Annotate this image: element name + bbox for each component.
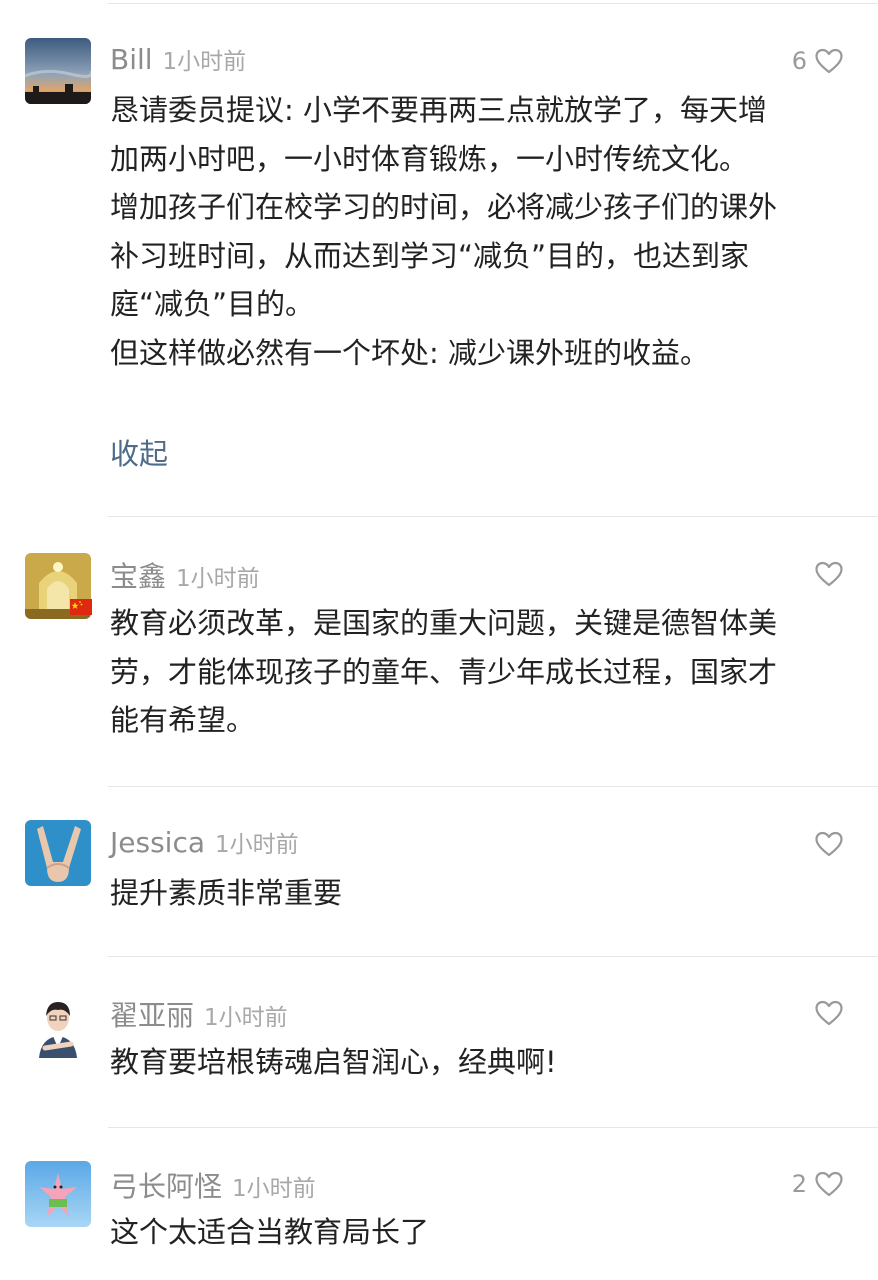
comment-text: 提升素质非常重要 bbox=[110, 869, 790, 918]
username[interactable]: 翟亚丽 bbox=[110, 994, 194, 1034]
cartoon-starfish-avatar bbox=[25, 1161, 91, 1227]
timestamp: 1小时前 bbox=[176, 566, 260, 592]
china-flag-icon bbox=[70, 599, 92, 615]
timestamp: 1小时前 bbox=[204, 1005, 288, 1031]
comment-item: 弓长阿怪 1小时前 2 这个太适合当教育局长了 bbox=[0, 1128, 878, 1280]
comment-paragraph: 教育必须改革，是国家的重大问题，关键是德智体美劳，才能体现孩子的童年、青少年成长… bbox=[110, 606, 778, 737]
like-count: 2 bbox=[791, 1170, 807, 1198]
comment-meta: 弓长阿怪 1小时前 bbox=[110, 1165, 316, 1205]
sunset-sky-avatar bbox=[25, 38, 91, 104]
comment-item: 翟亚丽 1小时前 教育要培根铸魂启智润心，经典啊! bbox=[0, 957, 878, 1128]
heart-icon bbox=[815, 1171, 843, 1197]
like-button[interactable]: 2 bbox=[792, 1166, 843, 1202]
comment-feed: Bill 1小时前 6 恳请委员提议: 小学不要再两三点就放学了，每天增加两小时… bbox=[0, 0, 878, 1280]
comment-meta: Jessica 1小时前 bbox=[110, 825, 299, 865]
timestamp: 1小时前 bbox=[215, 832, 299, 858]
comment-meta: 宝鑫 1小时前 bbox=[110, 555, 260, 595]
username[interactable]: 弓长阿怪 bbox=[110, 1165, 222, 1205]
like-count: 6 bbox=[791, 47, 807, 75]
username[interactable]: Jessica bbox=[110, 826, 205, 859]
heart-icon bbox=[815, 48, 843, 74]
avatar[interactable] bbox=[25, 820, 91, 886]
comment-text: 教育必须改革，是国家的重大问题，关键是德智体美劳，才能体现孩子的童年、青少年成长… bbox=[110, 599, 790, 745]
comment-paragraph: 增加孩子们在校学习的时间，必将减少孩子们的课外补习班时间，从而达到学习“减负”目… bbox=[110, 190, 778, 321]
username[interactable]: 宝鑫 bbox=[110, 555, 166, 595]
avatar[interactable] bbox=[25, 38, 91, 104]
avatar[interactable] bbox=[25, 1161, 91, 1227]
comment-item: 宝鑫 1小时前 教育必须改革，是国家的重大问题，关键是德智体美劳，才能体现孩子的… bbox=[0, 517, 878, 787]
like-button[interactable]: 6 bbox=[792, 43, 843, 79]
comment-item: Jessica 1小时前 提升素质非常重要 bbox=[0, 787, 878, 957]
comment-paragraph: 教育要培根铸魂启智润心，经典啊! bbox=[110, 1045, 557, 1079]
timestamp: 1小时前 bbox=[232, 1176, 316, 1202]
comment-text: 教育要培根铸魂启智润心，经典啊! bbox=[110, 1038, 790, 1087]
heart-icon bbox=[815, 831, 843, 857]
comment-paragraph: 提升素质非常重要 bbox=[110, 876, 343, 910]
comment-item: Bill 1小时前 6 恳请委员提议: 小学不要再两三点就放学了，每天增加两小时… bbox=[0, 0, 878, 517]
comment-paragraph: 恳请委员提议: 小学不要再两三点就放学了，每天增加两小时吧，一小时体育锻炼，一小… bbox=[110, 93, 767, 176]
timestamp: 1小时前 bbox=[162, 49, 247, 75]
comment-meta: Bill 1小时前 bbox=[110, 42, 246, 82]
comment-paragraph: 但这样做必然有一个坏处: 减少课外班的收益。 bbox=[110, 335, 709, 370]
heart-icon bbox=[815, 561, 843, 587]
heart-icon bbox=[815, 1000, 843, 1026]
comment-meta: 翟亚丽 1小时前 bbox=[110, 994, 288, 1034]
collapse-link[interactable]: 收起 bbox=[110, 431, 168, 473]
like-button[interactable] bbox=[807, 556, 843, 592]
comment-text: 这个太适合当教育局长了 bbox=[110, 1208, 790, 1257]
avatar[interactable] bbox=[25, 992, 91, 1058]
like-button[interactable] bbox=[807, 995, 843, 1031]
comment-paragraph: 这个太适合当教育局长了 bbox=[110, 1215, 430, 1249]
like-button[interactable] bbox=[807, 826, 843, 862]
username[interactable]: Bill bbox=[110, 43, 153, 76]
victory-hand-avatar bbox=[25, 820, 91, 886]
person-portrait-avatar bbox=[25, 992, 91, 1058]
comment-text: 恳请委员提议: 小学不要再两三点就放学了，每天增加两小时吧，一小时体育锻炼，一小… bbox=[110, 86, 790, 377]
